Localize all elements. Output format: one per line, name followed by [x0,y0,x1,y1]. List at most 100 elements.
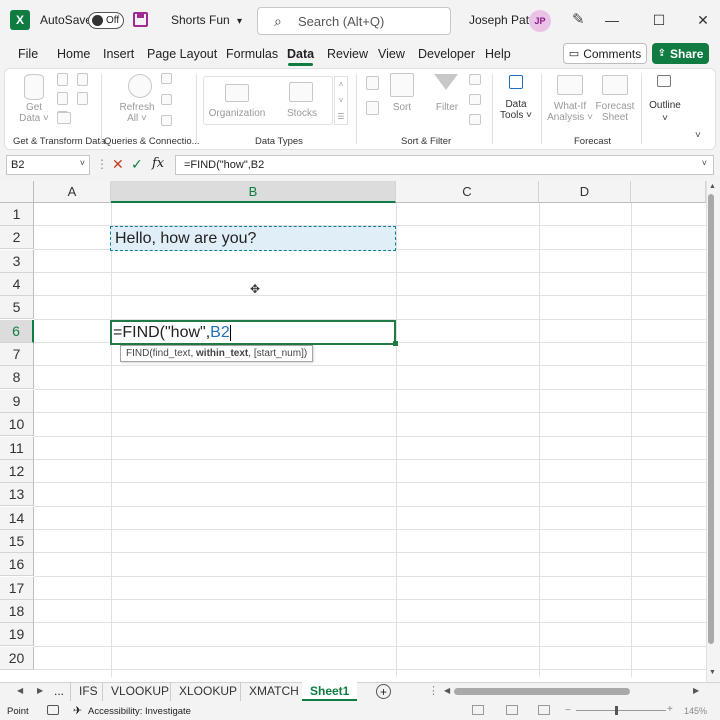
row-header-13[interactable]: 13 [0,483,34,506]
filter-button[interactable]: Filter [432,102,462,113]
stocks-button[interactable]: Stocks [282,108,322,119]
save-icon[interactable] [133,12,148,27]
vertical-scroll-thumb[interactable] [708,194,714,644]
clear-filter-icon[interactable] [469,74,481,85]
document-name[interactable]: Shorts Fun ▾ [171,13,242,27]
add-sheet-button[interactable]: + [376,684,391,699]
cancel-button[interactable]: ✕ [112,156,124,173]
outline-button[interactable]: Outline ˅ [646,99,684,125]
cell-b2[interactable]: Hello, how are you? [110,226,396,251]
get-data-button[interactable]: Get Data ˅ [18,102,50,124]
organization-button[interactable]: Organization [205,108,269,119]
insert-function-button[interactable]: fx [152,156,164,171]
zoom-in-button[interactable]: + [667,704,673,715]
comments-button[interactable]: ▭ Comments [563,43,647,64]
row-header-2[interactable]: 2 [0,226,34,249]
column-header-d[interactable]: D [539,181,631,203]
sort-button[interactable]: Sort [388,102,416,113]
row-header-7[interactable]: 7 [0,343,34,366]
pen-icon[interactable]: ✎ [572,10,585,28]
row-header-19[interactable]: 19 [0,623,34,646]
normal-view-icon[interactable] [472,705,484,715]
close-button[interactable]: ✕ [689,8,717,32]
refresh-all-button[interactable]: Refresh All ˅ [117,102,157,124]
tab-developer[interactable]: Developer [418,47,475,61]
function-tooltip[interactable]: FIND(find_text, within_text, [start_num]… [120,345,314,362]
data-tools-button[interactable]: Data Tools ˅ [498,99,534,121]
row-header-1[interactable]: 1 [0,203,34,226]
from-text-icon[interactable] [57,73,68,86]
row-header-20[interactable]: 20 [0,647,34,670]
share-button[interactable]: ⇪ Share [652,43,709,64]
macro-record-icon[interactable] [47,705,59,715]
enter-button[interactable]: ✓ [131,156,143,173]
fill-handle[interactable] [393,341,398,346]
sort-az-icon[interactable] [366,76,379,90]
collapse-ribbon-icon[interactable]: ˅ [695,130,701,141]
existing-connections-icon[interactable] [77,92,88,105]
row-header-9[interactable]: 9 [0,390,34,413]
more-sheets-button[interactable]: ... [54,684,64,698]
row-header-4[interactable]: 4 [0,273,34,296]
name-box[interactable]: B2 ˅ [6,155,90,175]
autosave-toggle[interactable]: Off [88,12,124,29]
row-header-12[interactable]: 12 [0,460,34,483]
reapply-icon[interactable] [469,94,481,105]
maximize-button[interactable]: ☐ [645,8,673,32]
accessibility-status[interactable]: Accessibility: Investigate [88,706,191,717]
avatar[interactable]: JP [529,10,551,32]
edit-links-icon[interactable] [161,115,172,126]
gallery-scroll[interactable]: ˄ ˅ ☰ [334,76,348,125]
sort-za-icon[interactable] [366,101,379,115]
select-all-button[interactable] [0,181,34,203]
properties-icon[interactable] [161,94,172,105]
column-header-c[interactable]: C [396,181,539,203]
advanced-filter-icon[interactable] [469,114,481,125]
zoom-level[interactable]: 145% [684,706,707,716]
row-header-14[interactable]: 14 [0,507,34,530]
search-input[interactable]: ⌕ Search (Alt+Q) [257,7,451,35]
what-if-analysis-button[interactable]: What-If Analysis ˅ [545,101,595,123]
tab-data[interactable]: Data [287,47,314,61]
formula-input[interactable]: =FIND("how",B2 ˅ [175,155,714,175]
tab-review[interactable]: Review [327,47,368,61]
row-header-18[interactable]: 18 [0,600,34,623]
sheet-tab-vlookup[interactable]: VLOOKUP [102,682,177,701]
zoom-slider[interactable] [576,710,666,711]
zoom-out-button[interactable]: − [565,705,571,716]
tab-page-layout[interactable]: Page Layout [147,47,217,61]
row-header-11[interactable]: 11 [0,437,34,460]
queries-icon[interactable] [161,73,172,84]
tab-file[interactable]: File [18,47,38,61]
page-break-view-icon[interactable] [538,705,550,715]
prev-sheet-icon[interactable]: ◀ [17,686,23,695]
tab-view[interactable]: View [378,47,405,61]
sheet-tab-sheet1[interactable]: Sheet1 [302,682,358,701]
row-header-15[interactable]: 15 [0,530,34,553]
row-header-8[interactable]: 8 [0,366,34,389]
scroll-right-icon[interactable]: ▶ [693,686,699,695]
minimize-button[interactable]: — [598,8,626,32]
zoom-slider-thumb[interactable] [615,706,618,715]
tab-insert[interactable]: Insert [103,47,134,61]
forecast-sheet-button[interactable]: Forecast Sheet [594,101,636,123]
scroll-down-icon[interactable]: ▼ [709,669,716,676]
sheet-tab-ifs[interactable]: IFS [70,682,106,701]
scroll-left-icon[interactable]: ◀ [444,686,450,695]
sheet-tab-xmatch[interactable]: XMATCH [240,682,307,701]
row-header-6[interactable]: 6 [0,320,34,343]
tab-formulas[interactable]: Formulas [226,47,278,61]
column-header-a[interactable]: A [34,181,111,203]
column-header-e[interactable] [631,181,706,203]
from-web-icon[interactable] [57,92,68,105]
worksheet-grid[interactable] [0,181,720,682]
row-header-5[interactable]: 5 [0,296,34,319]
page-layout-view-icon[interactable] [506,705,518,715]
row-header-17[interactable]: 17 [0,577,34,600]
row-header-3[interactable]: 3 [0,250,34,273]
scroll-up-icon[interactable]: ▲ [709,183,716,190]
row-header-10[interactable]: 10 [0,413,34,436]
cell-b6-editing[interactable]: =FIND("how",B2 [110,320,396,345]
column-header-b[interactable]: B [111,181,396,203]
horizontal-scroll-thumb[interactable] [454,688,630,695]
